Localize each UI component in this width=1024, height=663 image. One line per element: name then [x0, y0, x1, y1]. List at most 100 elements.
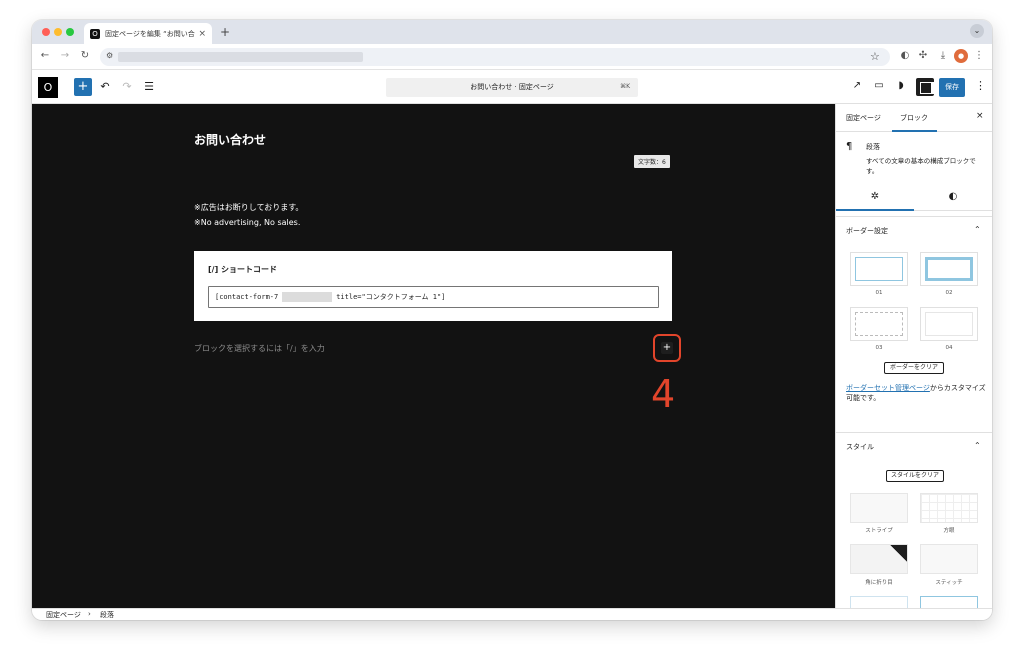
style-option-label: 方眼 — [943, 528, 955, 534]
settings-sidebar-toggle[interactable] — [916, 78, 935, 96]
close-sidebar-icon[interactable]: × — [976, 111, 984, 121]
tab-favicon-icon: O — [90, 28, 100, 39]
style-panel-header[interactable]: スタイル ⌃ — [836, 432, 992, 460]
view-page-icon[interactable]: ↗ — [850, 80, 864, 91]
document-overview-icon[interactable]: ☰ — [142, 80, 156, 93]
settings-gear-icon[interactable]: ✲ — [836, 191, 914, 202]
border-option-label: 04 — [945, 345, 953, 351]
tab-close-icon[interactable]: × — [198, 29, 206, 39]
paragraph-block[interactable]: ※No advertising, No sales. — [194, 218, 300, 227]
border-option-02[interactable] — [920, 252, 978, 286]
extension-icon[interactable]: ◐ — [898, 49, 912, 63]
border-option-label: 01 — [875, 290, 883, 296]
shortcode-id-redacted — [282, 292, 333, 302]
clear-style-button[interactable]: スタイルをクリア — [886, 470, 944, 482]
minimize-window-button[interactable] — [54, 28, 62, 36]
page-title[interactable]: お問い合わせ — [194, 131, 266, 148]
empty-paragraph-placeholder[interactable]: ブロックを選択するには「/」を入力 — [194, 343, 325, 354]
border-swatch — [855, 312, 903, 336]
tab-block[interactable]: ブロック — [900, 113, 928, 123]
download-icon[interactable]: ⤓ — [936, 49, 950, 63]
url-field[interactable]: ⚙ ☆ — [100, 48, 890, 66]
style-option-label: スティッチ — [935, 580, 963, 586]
site-logo-button[interactable]: O — [38, 77, 58, 98]
site-info-icon[interactable]: ⚙ — [106, 51, 113, 60]
active-tab-indicator — [892, 130, 937, 132]
undo-icon[interactable]: ↶ — [98, 80, 112, 93]
border-manage-note: ボーダーセット管理ページからカスタマイズ可能です。 — [846, 383, 986, 403]
options-menu-icon[interactable]: ⋮ — [975, 79, 986, 92]
command-shortcut: ⌘K — [620, 83, 630, 90]
address-bar: ← → ↻ ⚙ ☆ ◐ ✣ ⤓ ● ⋮ — [32, 44, 992, 70]
back-arrow-icon[interactable]: ← — [38, 50, 52, 61]
redo-icon[interactable]: ↷ — [120, 80, 134, 93]
block-breadcrumb: 固定ページ › 段落 — [32, 608, 992, 620]
block-inspector-tabs: ✲ ◐ — [836, 185, 992, 211]
shortcode-block[interactable]: [/] ショートコード [contact-form-7 title="コンタクト… — [194, 251, 672, 321]
add-block-button[interactable]: + — [661, 342, 673, 354]
block-description: すべての文章の基本の構成ブロックです。 — [866, 157, 976, 175]
clear-border-button[interactable]: ボーダーをクリア — [884, 362, 944, 374]
paragraph-block-icon: ¶ — [846, 141, 853, 152]
paragraph-block[interactable]: ※広告はお断りしております。 — [194, 202, 303, 213]
shortcode-suffix: title="コンタクトフォーム 1"] — [336, 293, 446, 301]
editor-header: O + ↶ ↷ ☰ お問い合わせ · 固定ページ ⌘K ↗ ▭ ◗ 保存 ⋮ — [32, 71, 992, 104]
document-title: お問い合わせ · 固定ページ — [470, 83, 554, 91]
shortcode-label: [/] ショートコード — [208, 265, 278, 274]
border-panel-header[interactable]: ボーダー設定 ⌃ — [836, 216, 992, 244]
shortcode-prefix: [contact-form-7 — [215, 293, 279, 301]
block-inserter-button[interactable]: + — [74, 78, 92, 96]
new-tab-button[interactable]: + — [220, 25, 230, 39]
style-option-stripe[interactable] — [850, 493, 908, 523]
border-swatch — [925, 257, 973, 281]
bookmark-star-icon[interactable]: ☆ — [870, 50, 880, 63]
browser-tab[interactable]: O 固定ページを編集 “お問い合わせ × — [84, 23, 212, 44]
settings-sidebar: 固定ページ ブロック × ¶ 段落 すべての文章の基本の構成ブロックです。 ✲ … — [835, 104, 992, 608]
sidebar-tabs: 固定ページ ブロック × — [836, 104, 992, 132]
border-swatch — [855, 257, 903, 281]
style-option-label: ストライプ — [865, 528, 893, 534]
block-name: 段落 — [866, 143, 880, 151]
style-option-label: 角に折り目 — [865, 580, 893, 586]
chevron-up-icon[interactable]: ⌃ — [974, 441, 981, 450]
editor-canvas[interactable]: お問い合わせ 文字数：6 ※広告はお断りしております。 ※No advertis… — [32, 104, 835, 608]
style-option-folded-corner[interactable] — [850, 544, 908, 574]
border-option-label: 02 — [945, 290, 953, 296]
character-count-badge: 文字数：6 — [634, 155, 670, 168]
style-panel-title: スタイル — [846, 443, 874, 451]
breadcrumb-separator: › — [88, 610, 91, 618]
profile-avatar[interactable]: ● — [954, 49, 968, 63]
command-palette-button[interactable]: お問い合わせ · 固定ページ ⌘K — [386, 78, 638, 97]
border-option-03[interactable] — [850, 307, 908, 341]
tab-title: 固定ページを編集 “お問い合わせ — [105, 29, 195, 38]
save-button[interactable]: 保存 — [939, 78, 965, 97]
url-text-redacted — [118, 52, 363, 62]
forward-arrow-icon[interactable]: → — [58, 50, 72, 61]
border-option-04[interactable] — [920, 307, 978, 341]
tab-page[interactable]: 固定ページ — [846, 113, 881, 123]
active-subtab-indicator — [836, 209, 914, 211]
styles-icon[interactable]: ◗ — [894, 80, 908, 91]
border-option-label: 03 — [875, 345, 883, 351]
append-block-highlight: + — [653, 334, 681, 362]
style-option-corner-bracket[interactable] — [850, 596, 908, 608]
zoom-window-button[interactable] — [66, 28, 74, 36]
reload-icon[interactable]: ↻ — [78, 50, 92, 61]
style-option-frame[interactable] — [920, 596, 978, 608]
shortcode-input[interactable]: [contact-form-7 title="コンタクトフォーム 1"] — [208, 286, 659, 308]
preview-device-icon[interactable]: ▭ — [872, 80, 886, 91]
style-option-grid[interactable] — [920, 493, 978, 523]
style-option-stitch[interactable] — [920, 544, 978, 574]
breadcrumb-page[interactable]: 固定ページ — [46, 610, 81, 620]
browser-menu-icon[interactable]: ⋮ — [972, 49, 986, 63]
border-option-01[interactable] — [850, 252, 908, 286]
border-manage-link[interactable]: ボーダーセット管理ページ — [846, 384, 930, 392]
breadcrumb-block[interactable]: 段落 — [100, 610, 114, 620]
close-window-button[interactable] — [42, 28, 50, 36]
chevron-up-icon[interactable]: ⌃ — [974, 225, 981, 234]
styles-contrast-icon[interactable]: ◐ — [914, 191, 992, 202]
border-panel-title: ボーダー設定 — [846, 227, 888, 235]
tab-search-icon[interactable]: ⌄ — [970, 24, 984, 38]
annotation-step-number: 4 — [651, 372, 676, 416]
puzzle-extensions-icon[interactable]: ✣ — [916, 49, 930, 63]
